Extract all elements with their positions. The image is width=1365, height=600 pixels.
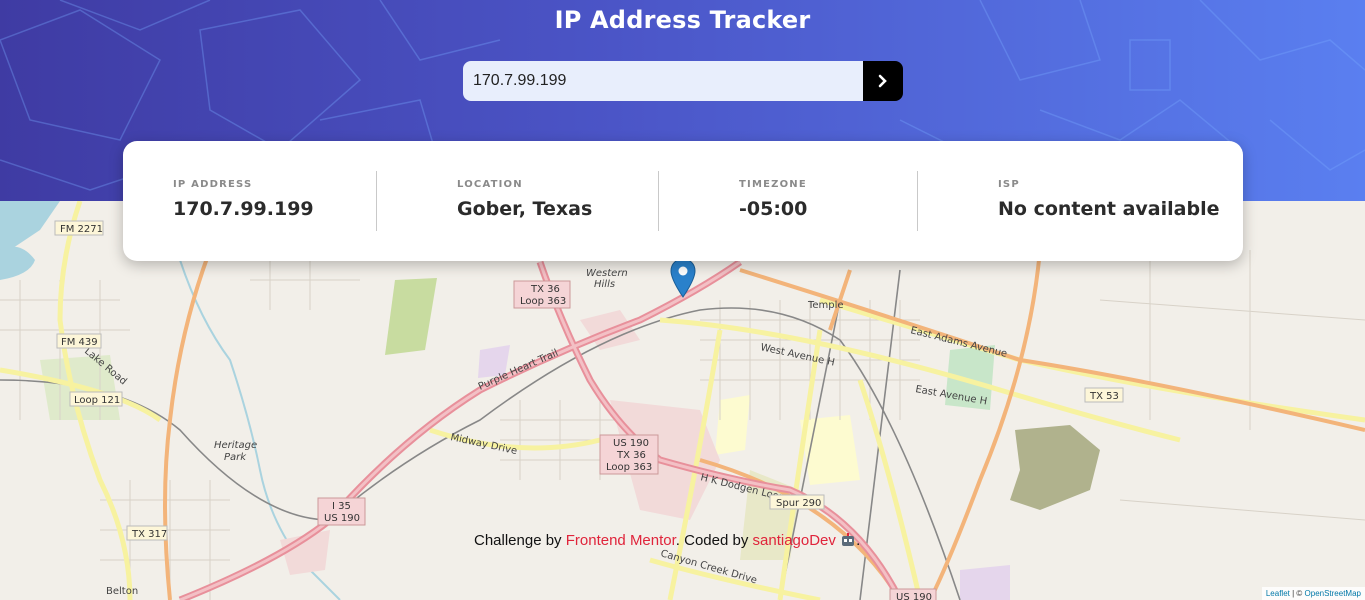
map-place-label: Heritage xyxy=(214,440,257,451)
timezone-panel: TIMEZONE -05:00 xyxy=(659,171,917,231)
isp-label: ISP xyxy=(998,179,1020,190)
isp-value: No content available xyxy=(998,198,1220,220)
ip-search-input[interactable] xyxy=(463,61,863,101)
svg-text:FM 2271: FM 2271 xyxy=(60,224,103,235)
ip-search-form xyxy=(463,61,903,101)
location-pin-icon[interactable] xyxy=(670,258,696,298)
openstreetmap-link[interactable]: OpenStreetMap xyxy=(1305,589,1361,598)
map-attribution: Leaflet | © OpenStreetMap xyxy=(1261,587,1365,600)
attribution-separator: | © xyxy=(1289,589,1305,598)
location-panel: LOCATION Gober, Texas xyxy=(377,171,658,231)
ip-address-label: IP ADDRESS xyxy=(173,179,253,190)
map-place-label: Belton xyxy=(106,586,138,597)
leaflet-link[interactable]: Leaflet xyxy=(1266,589,1290,598)
svg-text:TX 36: TX 36 xyxy=(616,450,646,461)
timezone-label: TIMEZONE xyxy=(739,179,807,190)
svg-text:FM 439: FM 439 xyxy=(61,337,98,348)
map-place-label: Hills xyxy=(594,279,615,290)
svg-text:I 35: I 35 xyxy=(332,501,351,512)
location-value: Gober, Texas xyxy=(457,198,593,220)
svg-text:TX 53: TX 53 xyxy=(1089,391,1119,402)
map-place-label: Western xyxy=(586,268,628,279)
svg-text:TX 317: TX 317 xyxy=(131,529,167,540)
ip-address-value: 170.7.99.199 xyxy=(173,198,314,220)
map-place-label: Temple xyxy=(807,300,844,311)
isp-panel: ISP No content available xyxy=(918,171,1238,231)
ip-info-card: IP ADDRESS 170.7.99.199 LOCATION Gober, … xyxy=(123,141,1243,261)
footer-prefix: Challenge by xyxy=(474,532,566,549)
svg-text:Loop 121: Loop 121 xyxy=(74,395,120,406)
footer-attribution: Challenge by Frontend Mentor. Coded by s… xyxy=(474,532,860,549)
search-submit-button[interactable] xyxy=(863,61,903,101)
location-label: LOCATION xyxy=(457,179,523,190)
svg-text:US 190: US 190 xyxy=(324,513,360,524)
timezone-value: -05:00 xyxy=(739,198,808,220)
svg-text:Loop 363: Loop 363 xyxy=(606,462,652,473)
svg-text:US 190: US 190 xyxy=(613,438,649,449)
author-link[interactable]: santiagoDev xyxy=(753,532,836,549)
robot-icon xyxy=(840,533,856,547)
page-title: IP Address Tracker xyxy=(554,6,811,34)
ip-address-panel: IP ADDRESS 170.7.99.199 xyxy=(123,171,376,231)
svg-text:Loop 363: Loop 363 xyxy=(520,296,566,307)
footer-middle: . Coded by xyxy=(675,532,753,549)
frontend-mentor-link[interactable]: Frontend Mentor xyxy=(566,532,676,549)
footer-suffix: . xyxy=(856,532,861,549)
svg-text:Spur 290: Spur 290 xyxy=(776,498,821,509)
chevron-right-icon xyxy=(878,74,887,88)
map-place-label: Park xyxy=(224,452,247,463)
svg-text:TX 36: TX 36 xyxy=(530,284,560,295)
svg-text:US 190: US 190 xyxy=(896,592,932,600)
